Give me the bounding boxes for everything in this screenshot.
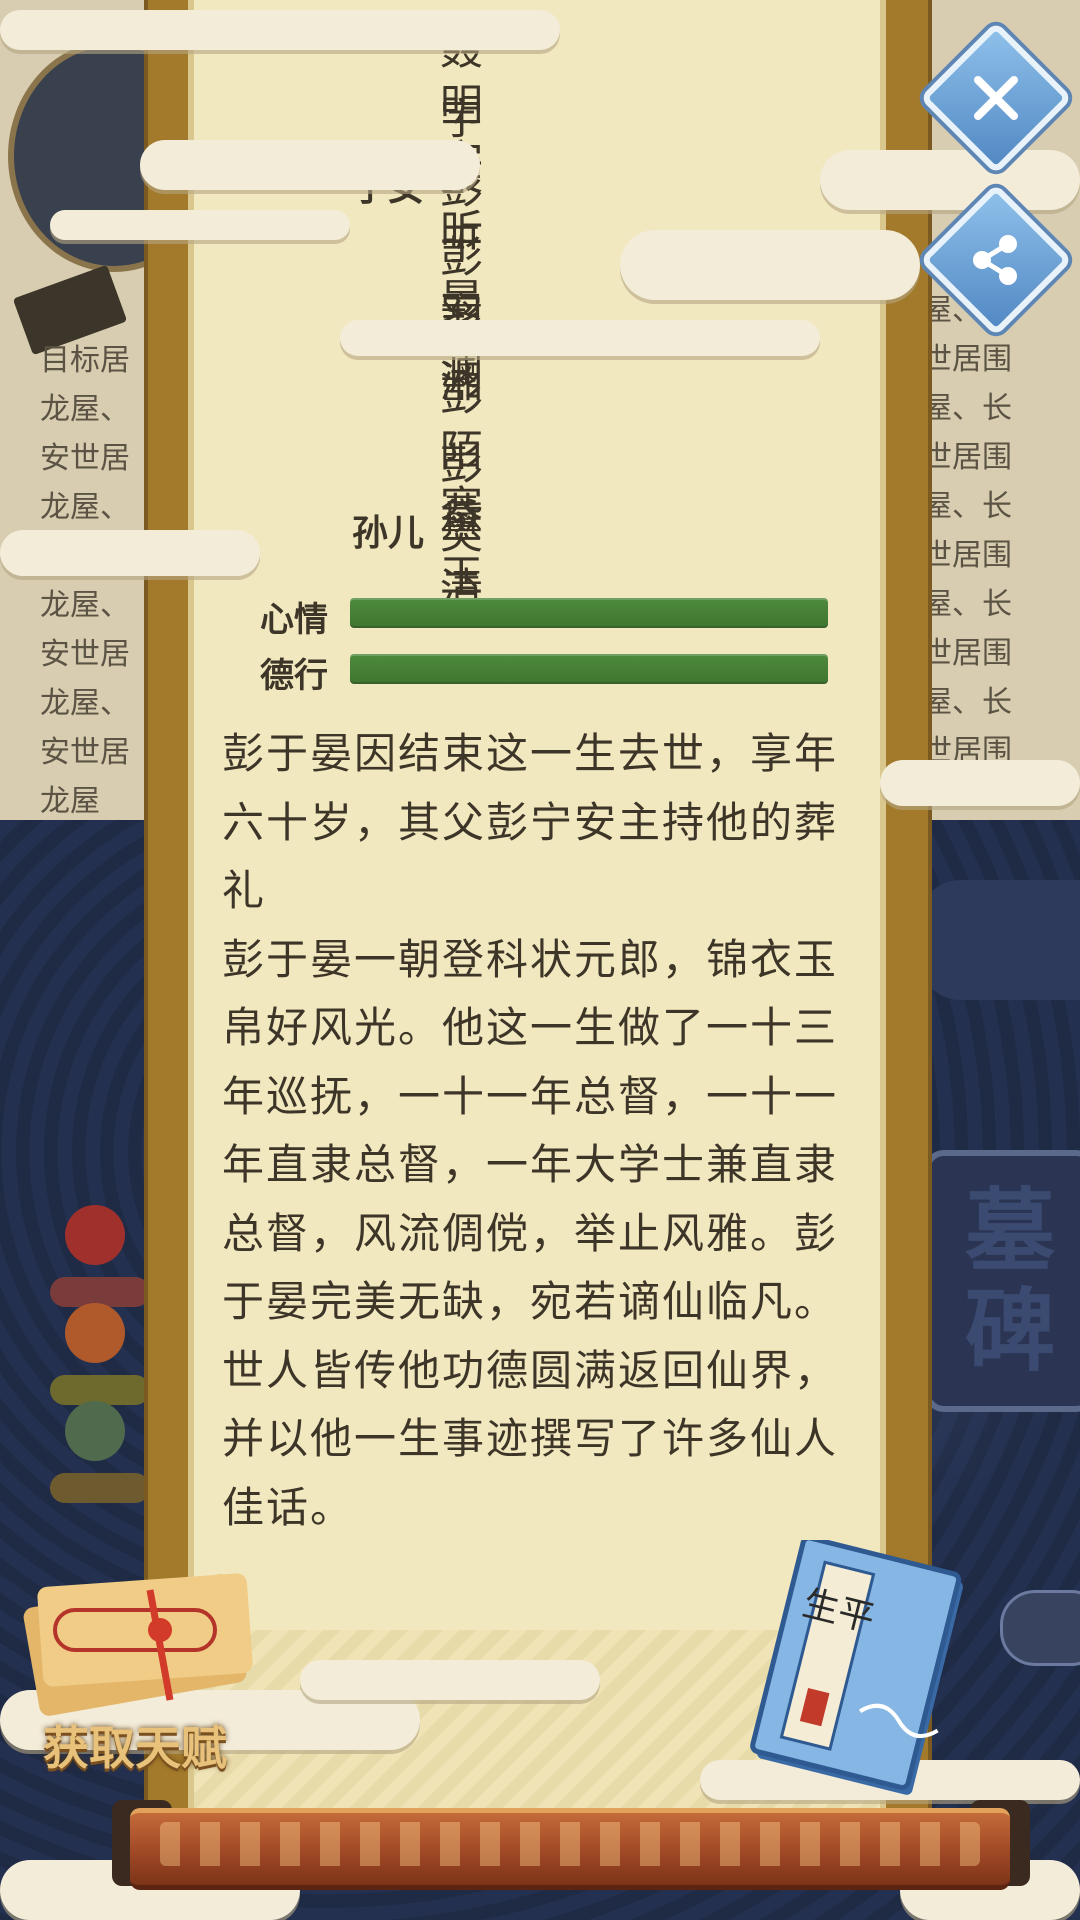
virtue-bar-fill	[350, 654, 828, 684]
background-right-text: 屋、长 世居围 屋、长 世居围 屋、长 世居围 屋、长 世居围 屋、长 世居围	[922, 293, 1012, 769]
talent-scroll-icon	[23, 1573, 253, 1716]
jade-icon	[65, 1401, 125, 1461]
biography-text: 彭于晏因结束这一生去世，享年六十岁，其父彭宁安主持他的葬礼 彭于晏一朝登科状元郎…	[222, 720, 854, 1542]
tombstone-sign: 墓 碑	[924, 1150, 1080, 1412]
close-icon	[948, 50, 1044, 146]
background-left-text: 目标居 龙屋、 安世居 龙屋、 龙屋、 安世居 龙屋、 安世居 龙屋	[40, 343, 130, 819]
virtue-label: 德行	[260, 656, 328, 696]
flower-icon	[65, 1205, 125, 1265]
share-icon	[948, 212, 1044, 308]
mood-label: 心情	[260, 600, 328, 640]
background-toggle	[1000, 1590, 1080, 1666]
get-talent-label: 获取天赋	[43, 1721, 227, 1775]
biography-death-record: 彭于晏因结束这一生去世，享年六十岁，其父彭宁安主持他的葬礼	[222, 729, 839, 915]
background-side-items	[50, 1205, 150, 1503]
virtue-bar	[350, 654, 828, 684]
biography-life-summary: 彭于晏一朝登科状元郎，锦衣玉帛好风光。他这一生做了一十三年巡抚，一十一年总督，一…	[222, 934, 839, 1532]
tombstone-sign-top: 墓	[965, 1178, 1055, 1284]
mood-bar-fill	[350, 598, 828, 628]
relation-label-grandchildren: 孙儿	[351, 513, 424, 554]
lantern-icon	[65, 1303, 125, 1363]
scroll-rod-pattern	[160, 1822, 980, 1866]
mood-bar	[350, 598, 828, 628]
tombstone-sign-bottom: 碑	[965, 1278, 1055, 1384]
life-record-book-icon: 生平	[750, 1540, 963, 1795]
background-ribbon	[920, 880, 1080, 1000]
